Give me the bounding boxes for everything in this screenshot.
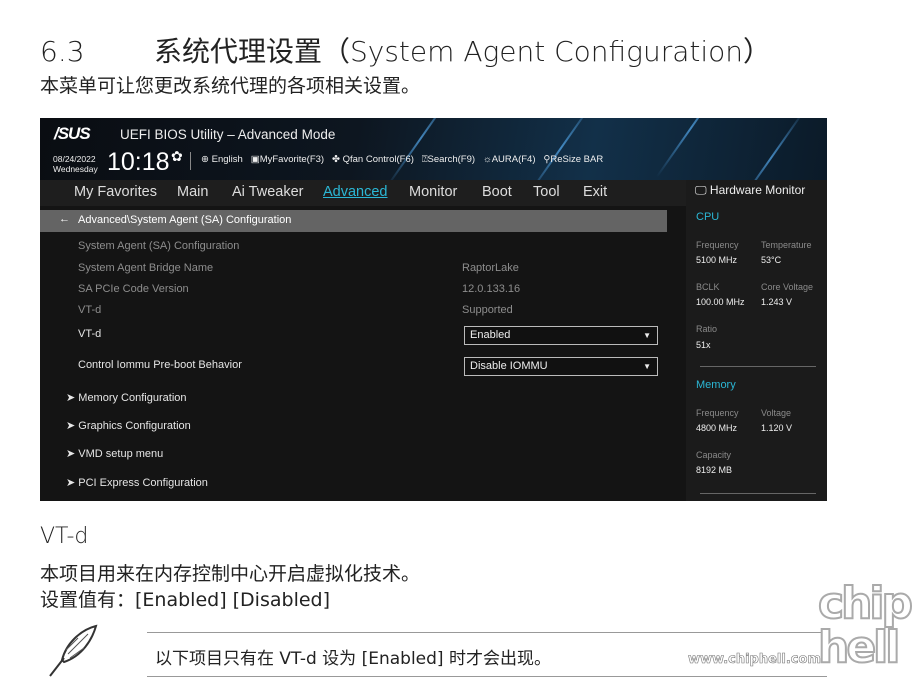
chevron-down-icon: ▼ [643,331,651,340]
hw-label: Ratio [696,324,718,334]
chevron-down-icon: ▼ [643,362,651,371]
submenu-memory-configuration[interactable]: ➤ Memory Configuration [66,391,187,404]
note-text: 以下项目只有在 VT-d 设为 [Enabled] 时才会出现。 [155,649,551,669]
item-values: 设置值有：[Enabled] [Disabled] [40,589,331,611]
hw-label: BCLK [696,282,720,292]
language-button[interactable]: English [212,154,243,165]
favorite-icon: ▣ [250,154,260,165]
hw-value: 53°C [761,255,782,265]
resize-bar-button[interactable]: ReSize BAR [550,154,603,165]
submenu-label: Memory Configuration [78,392,187,404]
vtd-label: VT-d [78,328,102,340]
info-label: VT-d [78,304,102,316]
breadcrumb-path: Advanced\System Agent (SA) Configuration [78,214,292,226]
tab-boot[interactable]: Boot [482,184,512,200]
note-rule-bottom [147,676,827,677]
toolbar: ⊕ English ▣MyFavorite(F3) ✤ Qfan Control… [201,154,603,165]
item-heading: VT-d [40,524,89,549]
iommu-dropdown[interactable]: Disable IOMMU ▼ [464,357,658,376]
info-value: 12.0.133.16 [462,283,521,295]
date-block: 08/24/2022 Wednesday [53,154,98,174]
info-label: System Agent Bridge Name [78,262,214,274]
cpu-heading: CPU [696,211,720,223]
tab-ai-tweaker[interactable]: Ai Tweaker [232,184,303,200]
arrow-right-icon: ➤ [66,448,76,460]
weekday: Wednesday [53,164,98,174]
fan-icon: ✤ [332,154,340,165]
hw-label: Capacity [696,450,732,460]
back-arrow-icon[interactable]: ← [59,213,70,225]
iommu-label: Control Iommu Pre-boot Behavior [78,359,242,371]
clock: 10:18 [107,148,170,176]
submenu-pci-express-configuration[interactable]: ➤ PCI Express Configuration [66,476,208,489]
tab-advanced[interactable]: Advanced [323,184,388,200]
tab-exit[interactable]: Exit [583,184,607,200]
hw-value: 5100 MHz [696,255,738,265]
aura-button[interactable]: AURA(F4) [492,154,536,165]
info-value: Supported [462,304,513,316]
aura-icon: ☼ [482,154,492,165]
chiphell-logo: chip hell [817,578,914,673]
hw-value: 1.120 V [761,423,793,433]
note-rule-top [147,632,827,633]
section-intro: 本菜单可让您更改系统代理的各项相关设置。 [40,75,421,97]
hw-value: 100.00 MHz [696,297,745,307]
bios-header: /SUS UEFI BIOS Utility – Advanced Mode 0… [40,118,827,208]
tab-my-favorites[interactable]: My Favorites [74,184,157,200]
submenu-label: VMD setup menu [78,448,164,460]
hw-label: Core Voltage [761,282,814,292]
arrow-right-icon: ➤ [66,420,76,432]
hw-label: Temperature [761,240,812,250]
monitor-icon: 🖵 [695,183,707,197]
hw-value: 51x [696,340,711,350]
section-title: 系统代理设置（System Agent Configuration） [154,35,772,68]
hardware-monitor-panel: 🖵 Hardware Monitor CPU Frequency 5100 MH… [686,180,827,501]
submenu-vmd-setup[interactable]: ➤ VMD setup menu [66,447,163,460]
watermark-url: www.chiphell.com [688,652,822,668]
hw-label: Frequency [696,408,739,418]
item-description: 本项目用来在内存控制中心开启虚拟化技术。 [40,563,421,585]
divider [700,493,816,494]
info-label: SA PCIe Code Version [78,283,189,295]
hw-label: Frequency [696,240,739,250]
settings-gear-icon[interactable]: ✿ [171,148,183,165]
globe-icon: ⊕ [201,154,209,165]
hw-value: 8192 MB [696,465,733,475]
submenu-graphics-configuration[interactable]: ➤ Graphics Configuration [66,419,191,432]
divider [700,366,816,367]
tab-monitor[interactable]: Monitor [409,184,457,200]
myfavorite-button[interactable]: MyFavorite(F3) [260,154,324,165]
arrow-right-icon: ➤ [66,392,76,404]
tab-tool[interactable]: Tool [533,184,560,200]
bios-title: UEFI BIOS Utility – Advanced Mode [120,127,336,142]
info-label: System Agent (SA) Configuration [78,240,240,252]
search-button[interactable]: Search(F9) [428,154,476,165]
manual-page: 6.3 系统代理设置（System Agent Configuration） 本菜… [0,0,915,696]
hw-value: 4800 MHz [696,423,738,433]
info-value: RaptorLake [462,262,519,274]
section-heading: 6.3 系统代理设置（System Agent Configuration） [40,30,771,70]
hw-title: 🖵 Hardware Monitor [695,183,805,198]
hw-title-text: Hardware Monitor [709,183,806,197]
hw-value: 1.243 V [761,297,793,307]
submenu-label: PCI Express Configuration [78,477,208,489]
vtd-dropdown[interactable]: Enabled ▼ [464,326,658,345]
date: 08/24/2022 [53,154,96,164]
dropdown-value: Disable IOMMU [470,360,548,372]
arrow-right-icon: ➤ [66,477,76,489]
bios-screenshot: /SUS UEFI BIOS Utility – Advanced Mode 0… [40,118,827,501]
tab-main[interactable]: Main [177,184,208,200]
memory-heading: Memory [696,379,736,391]
breadcrumb: ← Advanced\System Agent (SA) Configurati… [40,210,667,232]
section-number: 6.3 [40,35,85,68]
hw-label: Voltage [761,408,792,418]
dropdown-value: Enabled [470,329,511,341]
submenu-label: Graphics Configuration [78,420,191,432]
qfan-button[interactable]: Qfan Control(F6) [343,154,414,165]
feather-note-icon [49,624,98,677]
asus-logo: /SUS [54,124,91,143]
